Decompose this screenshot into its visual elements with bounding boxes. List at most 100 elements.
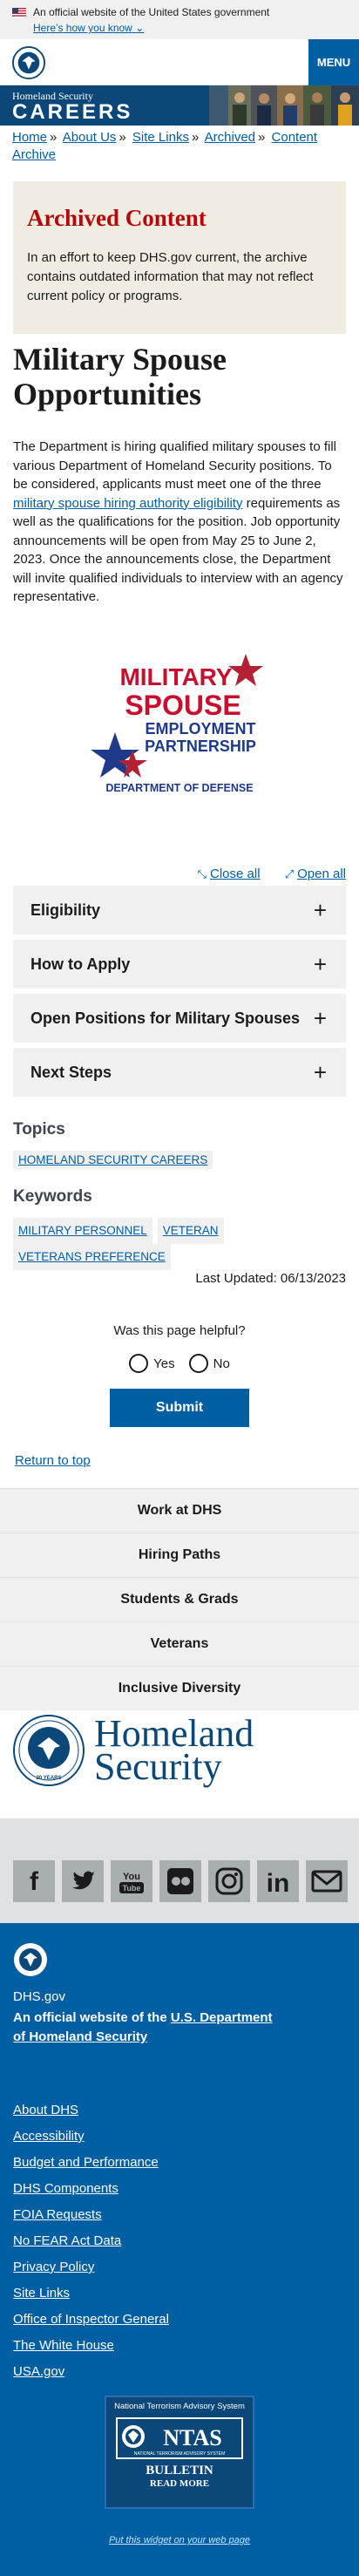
intro-text-1: The Department is hiring qualified milit… bbox=[13, 439, 336, 492]
footer-link-budget[interactable]: Budget and Performance bbox=[13, 2155, 159, 2170]
ntas-logo-box: NTAS NATIONAL TERRORISM ADVISORY SYSTEM bbox=[114, 2416, 245, 2461]
topics-tags: HOMELAND SECURITY CAREERS bbox=[13, 1151, 218, 1169]
linkedin-icon[interactable]: in bbox=[257, 1860, 299, 1902]
site-header: MENU bbox=[0, 39, 359, 85]
intro-paragraph: The Department is hiring qualified milit… bbox=[13, 438, 348, 607]
ntas-bulletin: BULLETIN bbox=[146, 2464, 213, 2477]
footer-nav: Work at DHS Hiring Paths Students & Grad… bbox=[0, 1488, 359, 1710]
keywords-tags: MILITARY PERSONNEL VETERAN VETERANS PREFER… bbox=[13, 1218, 344, 1270]
menu-button[interactable]: MENU bbox=[308, 39, 359, 85]
breadcrumb: Home» About Us» Site Links» Archived» Co… bbox=[0, 126, 359, 167]
return-to-top-link[interactable]: Return to top bbox=[15, 1453, 91, 1468]
accordion-how-to-apply[interactable]: How to Apply + bbox=[13, 940, 346, 989]
accordion-next-steps[interactable]: Next Steps + bbox=[13, 1048, 346, 1097]
page-title: Military Spouse Opportunities bbox=[13, 342, 227, 411]
twitter-icon[interactable] bbox=[62, 1860, 104, 1902]
dhs-seal-logo[interactable] bbox=[12, 46, 45, 79]
careers-banner-title: CAREERS bbox=[12, 100, 133, 124]
breadcrumb-separator: » bbox=[50, 130, 58, 145]
careers-banner[interactable]: Homeland Security CAREERS bbox=[0, 85, 359, 126]
accordion-label: Open Positions for Military Spouses bbox=[30, 1009, 301, 1027]
seal-20-years-text: 20 YEARS bbox=[37, 1776, 62, 1781]
yes-radio[interactable] bbox=[129, 1354, 149, 1373]
tag-veteran[interactable]: VETERAN bbox=[157, 1218, 224, 1244]
breadcrumb-site-links[interactable]: Site Links bbox=[132, 130, 189, 145]
social-links: f You Tube in bbox=[0, 1818, 359, 1923]
ntas-logo: NTAS NATIONAL TERRORISM ADVISORY SYSTEM bbox=[118, 2419, 241, 2457]
accordion-label: How to Apply bbox=[30, 955, 131, 973]
dhs-seal-footer[interactable] bbox=[13, 1942, 48, 1977]
archived-notice: Archived Content In an effort to keep DH… bbox=[13, 181, 346, 334]
footer-link-about-dhs[interactable]: About DHS bbox=[13, 2103, 78, 2117]
careers-banner-photos bbox=[209, 85, 359, 126]
accordion-label: Next Steps bbox=[30, 1063, 112, 1081]
breadcrumb-about-us[interactable]: About Us bbox=[63, 130, 117, 145]
open-all-label: Open all bbox=[297, 867, 346, 881]
facebook-icon[interactable]: f bbox=[13, 1860, 55, 1902]
eligibility-link[interactable]: military spouse hiring authority eligibi… bbox=[13, 496, 242, 511]
open-all-link[interactable]: ⤢ Open all bbox=[285, 867, 346, 881]
tag-military-personnel[interactable]: MILITARY PERSONNEL bbox=[13, 1218, 152, 1244]
plus-icon: + bbox=[313, 951, 327, 977]
no-radio[interactable] bbox=[188, 1354, 208, 1373]
footer-link-site-links[interactable]: Site Links bbox=[13, 2286, 70, 2301]
tag-veterans-preference[interactable]: VETERANS PREFERENCE bbox=[13, 1244, 171, 1270]
footer-nav-inclusive-diversity[interactable]: Inclusive Diversity bbox=[0, 1666, 359, 1710]
topics-heading: Topics bbox=[13, 1120, 65, 1138]
footer-official-text: An official website of the U.S. Departme… bbox=[13, 2008, 274, 2047]
youtube-icon[interactable]: You Tube bbox=[111, 1860, 152, 1902]
feedback-options: Yes No bbox=[0, 1354, 359, 1373]
accordion-open-positions[interactable]: Open Positions for Military Spouses + bbox=[13, 994, 346, 1043]
footer-nav-veterans[interactable]: Veterans bbox=[0, 1621, 359, 1666]
ntas-title: National Terrorism Advisory System bbox=[114, 2402, 245, 2411]
keywords-heading: Keywords bbox=[13, 1187, 92, 1206]
heres-how-you-know-link[interactable]: Here’s how you know ⌄ bbox=[33, 21, 144, 36]
breadcrumb-home[interactable]: Home bbox=[12, 130, 47, 145]
footer-link-foia[interactable]: FOIA Requests bbox=[13, 2207, 102, 2222]
expand-icon: ⤢ bbox=[284, 867, 295, 880]
ntas-read-more[interactable]: READ MORE bbox=[106, 2478, 253, 2489]
footer-link-white-house[interactable]: The White House bbox=[13, 2338, 114, 2353]
footer-nav-work-at-dhs[interactable]: Work at DHS bbox=[0, 1488, 359, 1533]
instagram-icon[interactable] bbox=[208, 1860, 250, 1902]
footer-link-no-fear[interactable]: No FEAR Act Data bbox=[13, 2233, 121, 2248]
us-flag-icon bbox=[12, 8, 26, 17]
tag-homeland-security-careers[interactable]: HOMELAND SECURITY CAREERS bbox=[13, 1151, 213, 1169]
ntas-widget[interactable]: National Terrorism Advisory System NTAS … bbox=[105, 2396, 254, 2509]
logo-line-employment: EMPLOYMENT bbox=[145, 720, 255, 737]
close-all-label: Close all bbox=[210, 867, 261, 881]
email-icon[interactable] bbox=[306, 1860, 348, 1902]
footer-nav-hiring-paths[interactable]: Hiring Paths bbox=[0, 1533, 359, 1577]
logo-line-partnership: PARTNERSHIP bbox=[145, 737, 256, 755]
gov-banner-text: An official website of the United States… bbox=[33, 6, 270, 18]
footer-link-usa-gov[interactable]: USA.gov bbox=[13, 2364, 64, 2379]
no-label: No bbox=[213, 1356, 230, 1371]
footer-link-privacy[interactable]: Privacy Policy bbox=[13, 2260, 94, 2274]
submit-button[interactable]: Submit bbox=[110, 1389, 249, 1427]
flickr-icon[interactable] bbox=[159, 1860, 201, 1902]
footer-link-oig[interactable]: Office of Inspector General bbox=[13, 2312, 169, 2327]
breadcrumb-archived[interactable]: Archived bbox=[205, 130, 255, 145]
breadcrumb-separator: » bbox=[258, 130, 266, 145]
accordion: Eligibility + How to Apply + Open Position… bbox=[13, 886, 346, 1102]
archived-title: Archived Content bbox=[27, 205, 207, 231]
accordion-eligibility[interactable]: Eligibility + bbox=[13, 886, 346, 935]
svg-text:Tube: Tube bbox=[123, 1884, 141, 1893]
chevron-down-icon: ⌄ bbox=[135, 22, 145, 34]
feedback-no-option[interactable]: No bbox=[188, 1354, 230, 1373]
ntas-widget-link[interactable]: Put this widget on your web page bbox=[105, 2535, 254, 2545]
footer-nav-students-grads[interactable]: Students & Grads bbox=[0, 1577, 359, 1621]
footer-link-accessibility[interactable]: Accessibility bbox=[13, 2129, 85, 2144]
intro-text-2: requirements as well as the qualificatio… bbox=[13, 495, 343, 605]
close-all-link[interactable]: ⤡ Close all bbox=[198, 867, 261, 881]
footer-brand: 20 YEARS Homeland Security bbox=[0, 1715, 359, 1821]
heres-how-you-know-label: Here’s how you know bbox=[33, 22, 132, 34]
yes-label: Yes bbox=[153, 1356, 175, 1371]
accordion-label: Eligibility bbox=[30, 901, 101, 919]
logo-line-military: MILITARY bbox=[119, 663, 232, 690]
ntas-subtitle: NATIONAL TERRORISM ADVISORY SYSTEM bbox=[134, 2451, 225, 2457]
dhs-20-years-seal[interactable]: 20 YEARS bbox=[13, 1715, 85, 1786]
feedback-yes-option[interactable]: Yes bbox=[129, 1354, 175, 1373]
footer-link-components[interactable]: DHS Components bbox=[13, 2181, 119, 2196]
svg-text:f: f bbox=[30, 1867, 39, 1896]
